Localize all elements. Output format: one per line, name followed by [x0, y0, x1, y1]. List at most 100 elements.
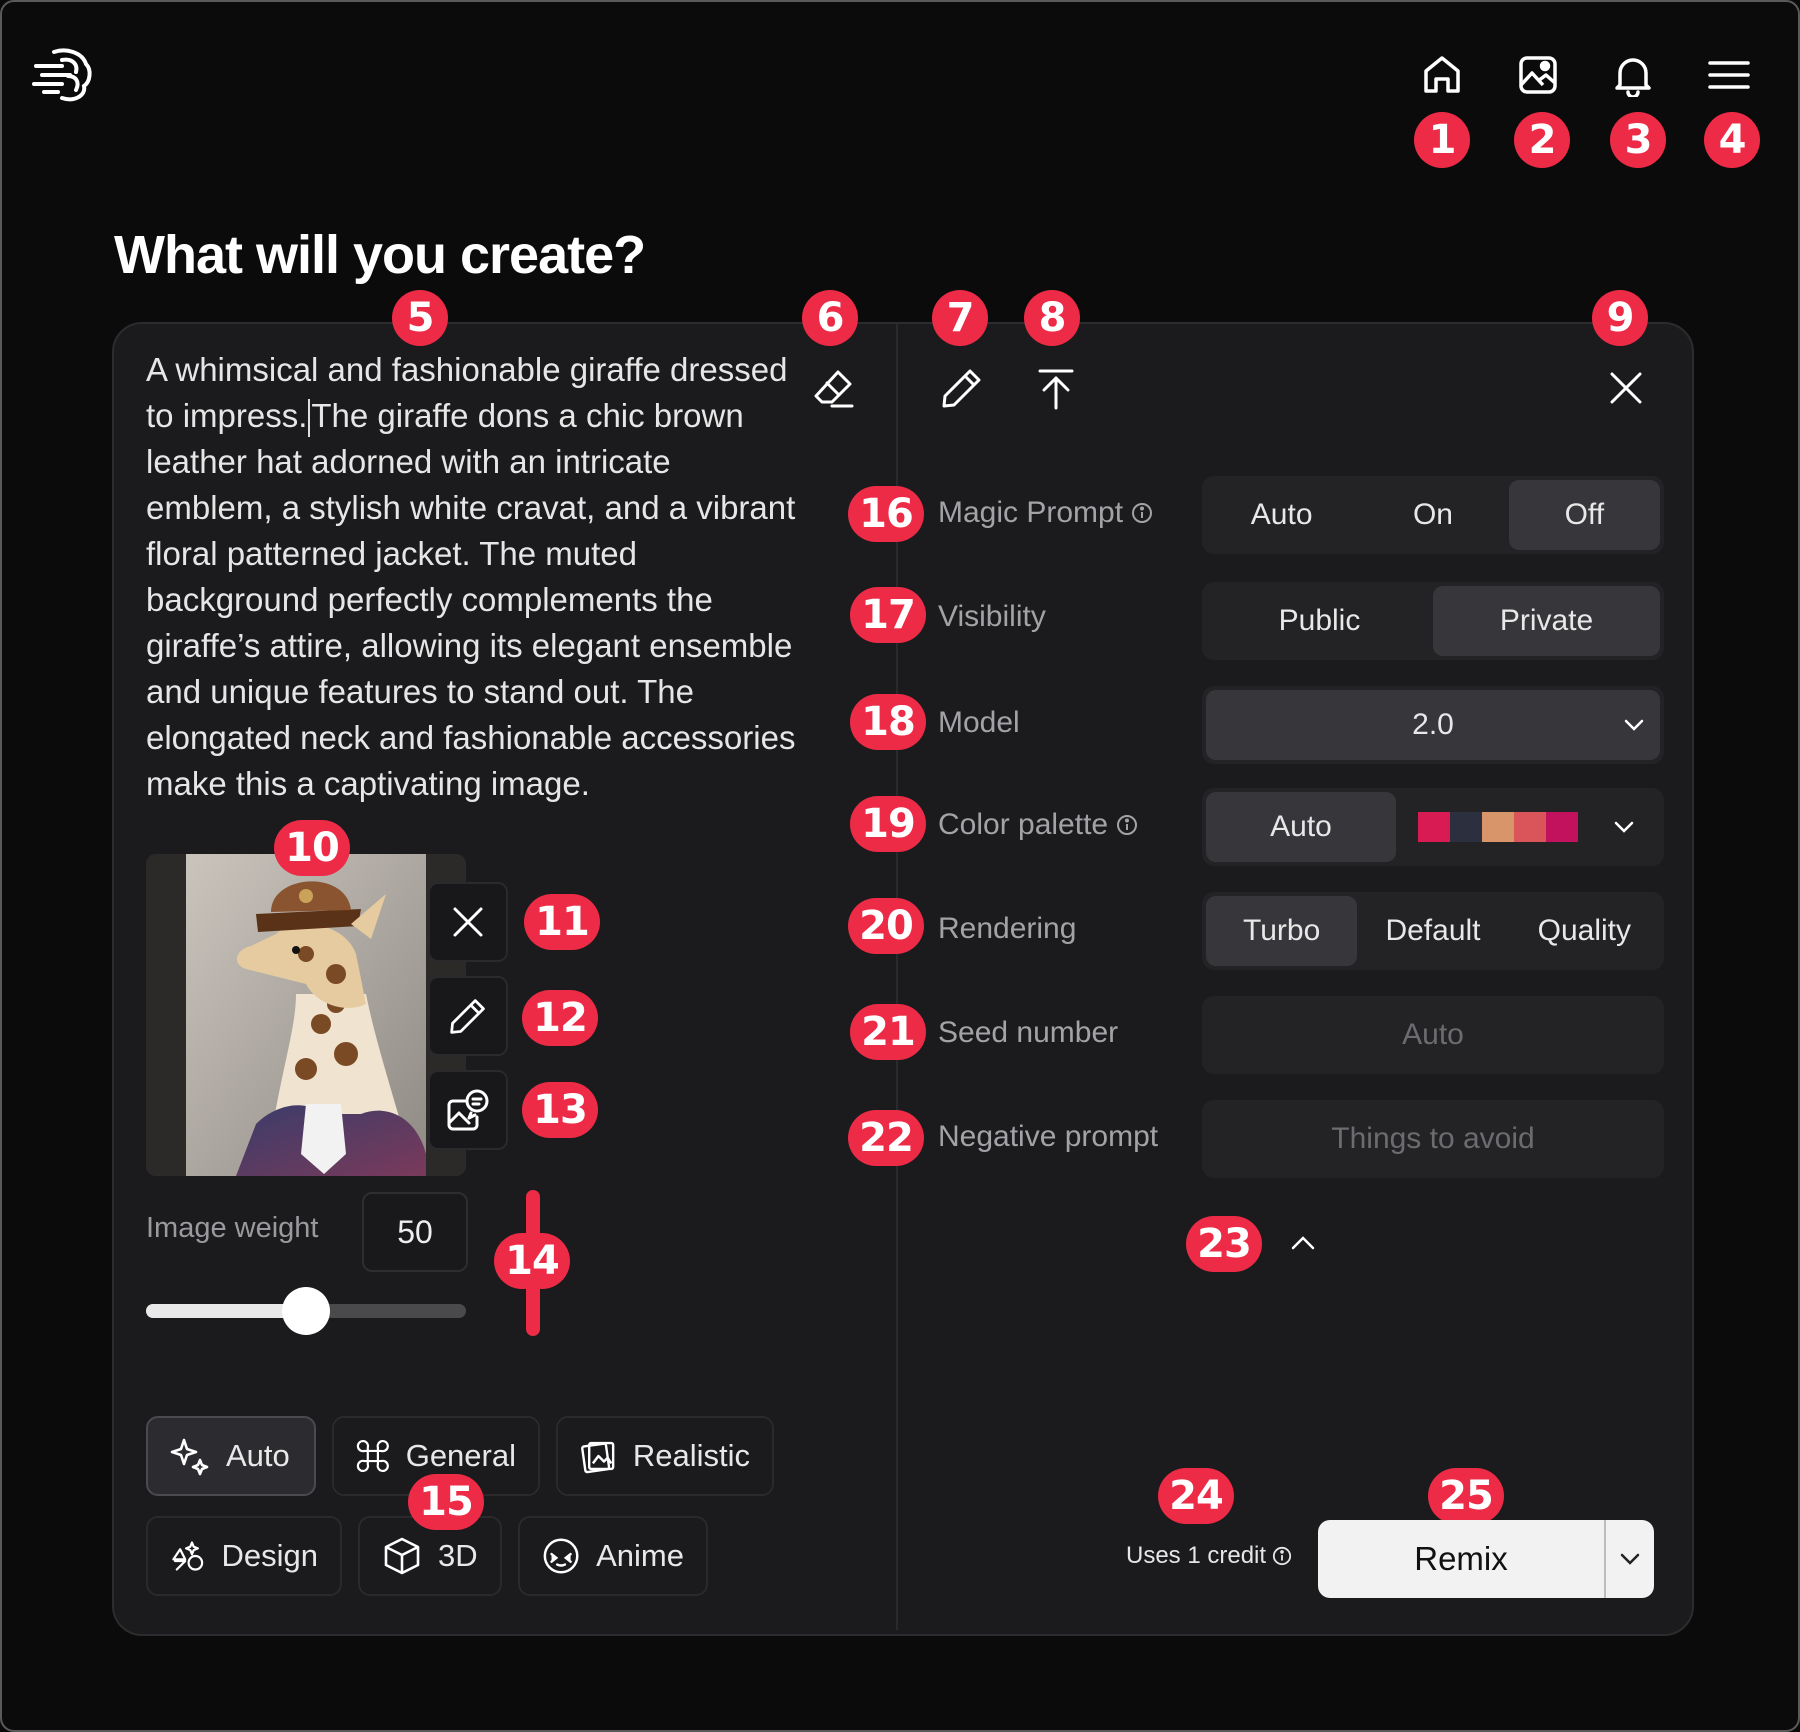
bell-icon[interactable]	[1606, 48, 1660, 102]
badge-15: 15	[408, 1474, 484, 1530]
magic-prompt-label-text: Magic Prompt	[938, 496, 1124, 529]
command-icon	[356, 1439, 389, 1473]
chevron-down-icon	[1624, 719, 1644, 731]
style-chip-label: Auto	[226, 1438, 290, 1473]
badge-20: 20	[848, 898, 924, 954]
color-palette-auto[interactable]: Auto	[1206, 792, 1396, 862]
badge-10: 10	[274, 820, 350, 876]
image-chat-icon	[447, 1089, 489, 1131]
remove-image-button[interactable]	[428, 882, 508, 962]
remix-button-group: Remix	[1318, 1520, 1654, 1598]
magic-prompt-on[interactable]: On	[1357, 480, 1508, 550]
style-chip-design[interactable]: Design	[146, 1516, 342, 1596]
prompt-text-after: The giraffe dons a chic brown leather ha…	[146, 397, 796, 802]
rendering-toggle: Turbo Default Quality	[1202, 892, 1664, 970]
rendering-label: Rendering	[938, 912, 1077, 945]
badge-6: 6	[802, 290, 858, 346]
model-select[interactable]: 2.0	[1202, 686, 1664, 764]
brain-logo-icon[interactable]	[32, 46, 94, 104]
visibility-toggle: Public Private	[1202, 582, 1664, 660]
style-chip-realistic[interactable]: Realistic	[556, 1416, 774, 1496]
menu-icon[interactable]	[1702, 48, 1756, 102]
remix-button[interactable]: Remix	[1318, 1540, 1604, 1578]
magic-prompt-off[interactable]: Off	[1508, 480, 1660, 550]
seed-number-input[interactable]: Auto	[1202, 996, 1664, 1074]
color-palette-label: Color palette	[938, 808, 1138, 842]
image-weight-input[interactable]: 50	[362, 1192, 468, 1272]
model-value-box: 2.0	[1206, 690, 1660, 760]
badge-9: 9	[1592, 290, 1648, 346]
cube-icon	[384, 1537, 420, 1575]
chevron-down-icon	[1614, 821, 1634, 833]
style-chip-label: Anime	[596, 1538, 684, 1573]
info-icon[interactable]	[1131, 502, 1153, 524]
prompt-textarea[interactable]: A whimsical and fashionable giraffe dres…	[146, 347, 806, 807]
palette-swatch-1	[1418, 812, 1450, 842]
home-icon[interactable]	[1415, 48, 1469, 102]
close-icon	[453, 907, 483, 937]
badge-13: 13	[522, 1082, 598, 1138]
visibility-public[interactable]: Public	[1206, 586, 1433, 656]
badge-21: 21	[850, 1004, 926, 1060]
badge-14: 14	[494, 1233, 570, 1289]
edit-image-button[interactable]	[428, 976, 508, 1056]
badge-19: 19	[850, 796, 926, 852]
image-weight-label: Image weight	[146, 1212, 319, 1244]
info-icon[interactable]	[1272, 1546, 1292, 1566]
rendering-default[interactable]: Default	[1357, 896, 1508, 966]
badge-25: 25	[1428, 1468, 1504, 1524]
palette-swatch-5	[1546, 812, 1578, 842]
app-window: 1 2 3 4 What will you create? 5 6 7 8 9 …	[0, 0, 1800, 1732]
pencil-icon	[450, 999, 485, 1034]
badge-11: 11	[524, 894, 600, 950]
remix-options-button[interactable]	[1606, 1550, 1654, 1568]
style-chip-anime[interactable]: Anime	[518, 1516, 708, 1596]
negative-prompt-input[interactable]: Things to avoid	[1202, 1100, 1664, 1178]
palette-swatch-4	[1514, 812, 1546, 842]
style-chip-label: 3D	[438, 1538, 478, 1573]
photo-stack-icon	[581, 1441, 615, 1474]
badge-1: 1	[1414, 112, 1470, 168]
palette-swatch-3	[1482, 812, 1514, 842]
badge-12: 12	[522, 990, 598, 1046]
close-icon[interactable]	[1596, 358, 1656, 418]
collapse-settings-button[interactable]	[1288, 1230, 1318, 1254]
design-shapes-icon	[172, 1541, 204, 1571]
info-icon[interactable]	[1116, 814, 1138, 836]
pencil-icon[interactable]	[932, 358, 992, 418]
rendering-turbo[interactable]: Turbo	[1206, 896, 1358, 966]
badge-22: 22	[848, 1110, 924, 1166]
badge-4: 4	[1704, 112, 1760, 168]
badge-3: 3	[1610, 112, 1666, 168]
magic-prompt-label: Magic Prompt	[938, 496, 1153, 530]
badge-16: 16	[848, 486, 924, 542]
model-label: Model	[938, 706, 1020, 739]
gallery-icon[interactable]	[1511, 48, 1565, 102]
upload-icon[interactable]	[1026, 358, 1086, 418]
eraser-icon[interactable]	[804, 358, 864, 418]
describe-image-button[interactable]	[428, 1070, 508, 1150]
badge-7: 7	[932, 290, 988, 346]
style-chip-auto[interactable]: Auto	[146, 1416, 316, 1496]
style-chip-label: General	[405, 1438, 516, 1473]
color-palette-label-text: Color palette	[938, 808, 1109, 841]
negative-prompt-label: Negative prompt	[938, 1120, 1159, 1153]
magic-prompt-toggle: Auto On Off	[1202, 476, 1664, 554]
badge-2: 2	[1514, 112, 1570, 168]
style-chip-label: Realistic	[632, 1438, 750, 1473]
slider-handle[interactable]	[282, 1287, 330, 1335]
anime-face-icon	[543, 1538, 579, 1574]
style-chip-label: Design	[221, 1538, 319, 1573]
badge-5: 5	[392, 290, 448, 346]
badge-24: 24	[1158, 1468, 1234, 1524]
palette-swatch-2	[1450, 812, 1482, 842]
magic-prompt-auto[interactable]: Auto	[1206, 480, 1357, 550]
seed-number-label: Seed number	[938, 1016, 1119, 1049]
visibility-private[interactable]: Private	[1433, 586, 1660, 656]
rendering-quality[interactable]: Quality	[1509, 896, 1660, 966]
chevron-down-icon	[1620, 1553, 1640, 1565]
color-palette-select[interactable]: Auto	[1202, 788, 1664, 866]
reference-image[interactable]	[146, 854, 466, 1176]
palette-swatches[interactable]	[1418, 812, 1578, 842]
page-title: What will you create?	[114, 225, 646, 285]
